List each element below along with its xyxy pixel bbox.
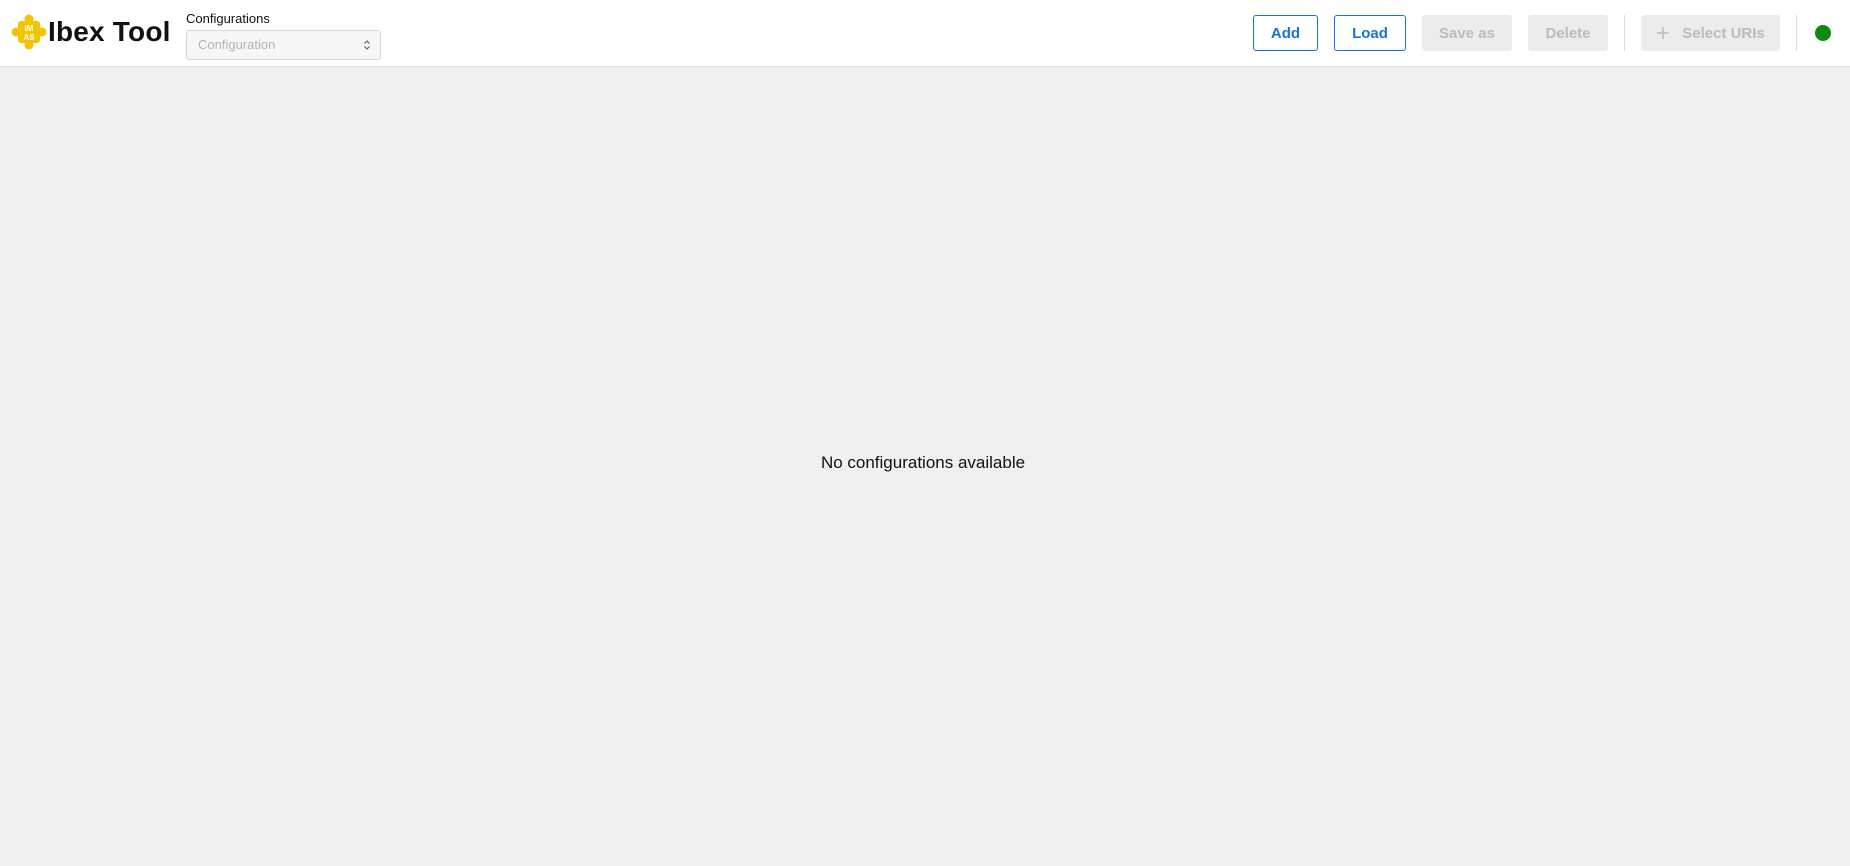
status-dot-icon	[1815, 25, 1831, 41]
status-divider	[1796, 15, 1797, 51]
top-bar: IM AS Ibex Tool Configurations Configura…	[0, 0, 1850, 67]
plus-icon	[1657, 27, 1670, 39]
puzzle-piece-icon: IM AS	[11, 14, 47, 50]
configuration-selector: Configurations Configuration	[186, 11, 381, 60]
configuration-label: Configurations	[186, 11, 270, 26]
toolbar-divider	[1624, 15, 1625, 51]
configuration-select[interactable]: Configuration	[186, 30, 381, 60]
select-uris-label: Select URIs	[1682, 24, 1765, 42]
select-uris-button[interactable]: Select URIs	[1641, 15, 1780, 51]
chevron-up-down-icon	[364, 40, 370, 50]
load-button[interactable]: Load	[1334, 15, 1406, 51]
logo-text-top: IM	[25, 24, 34, 33]
add-button[interactable]: Add	[1253, 15, 1318, 51]
delete-button[interactable]: Delete	[1528, 15, 1608, 51]
logo-text-bottom: AS	[23, 33, 35, 42]
empty-state-message: No configurations available	[820, 453, 1026, 472]
app-title: Ibex Tool	[48, 16, 171, 47]
configuration-placeholder: Configuration	[198, 37, 276, 52]
save-as-button[interactable]: Save as	[1422, 15, 1512, 51]
